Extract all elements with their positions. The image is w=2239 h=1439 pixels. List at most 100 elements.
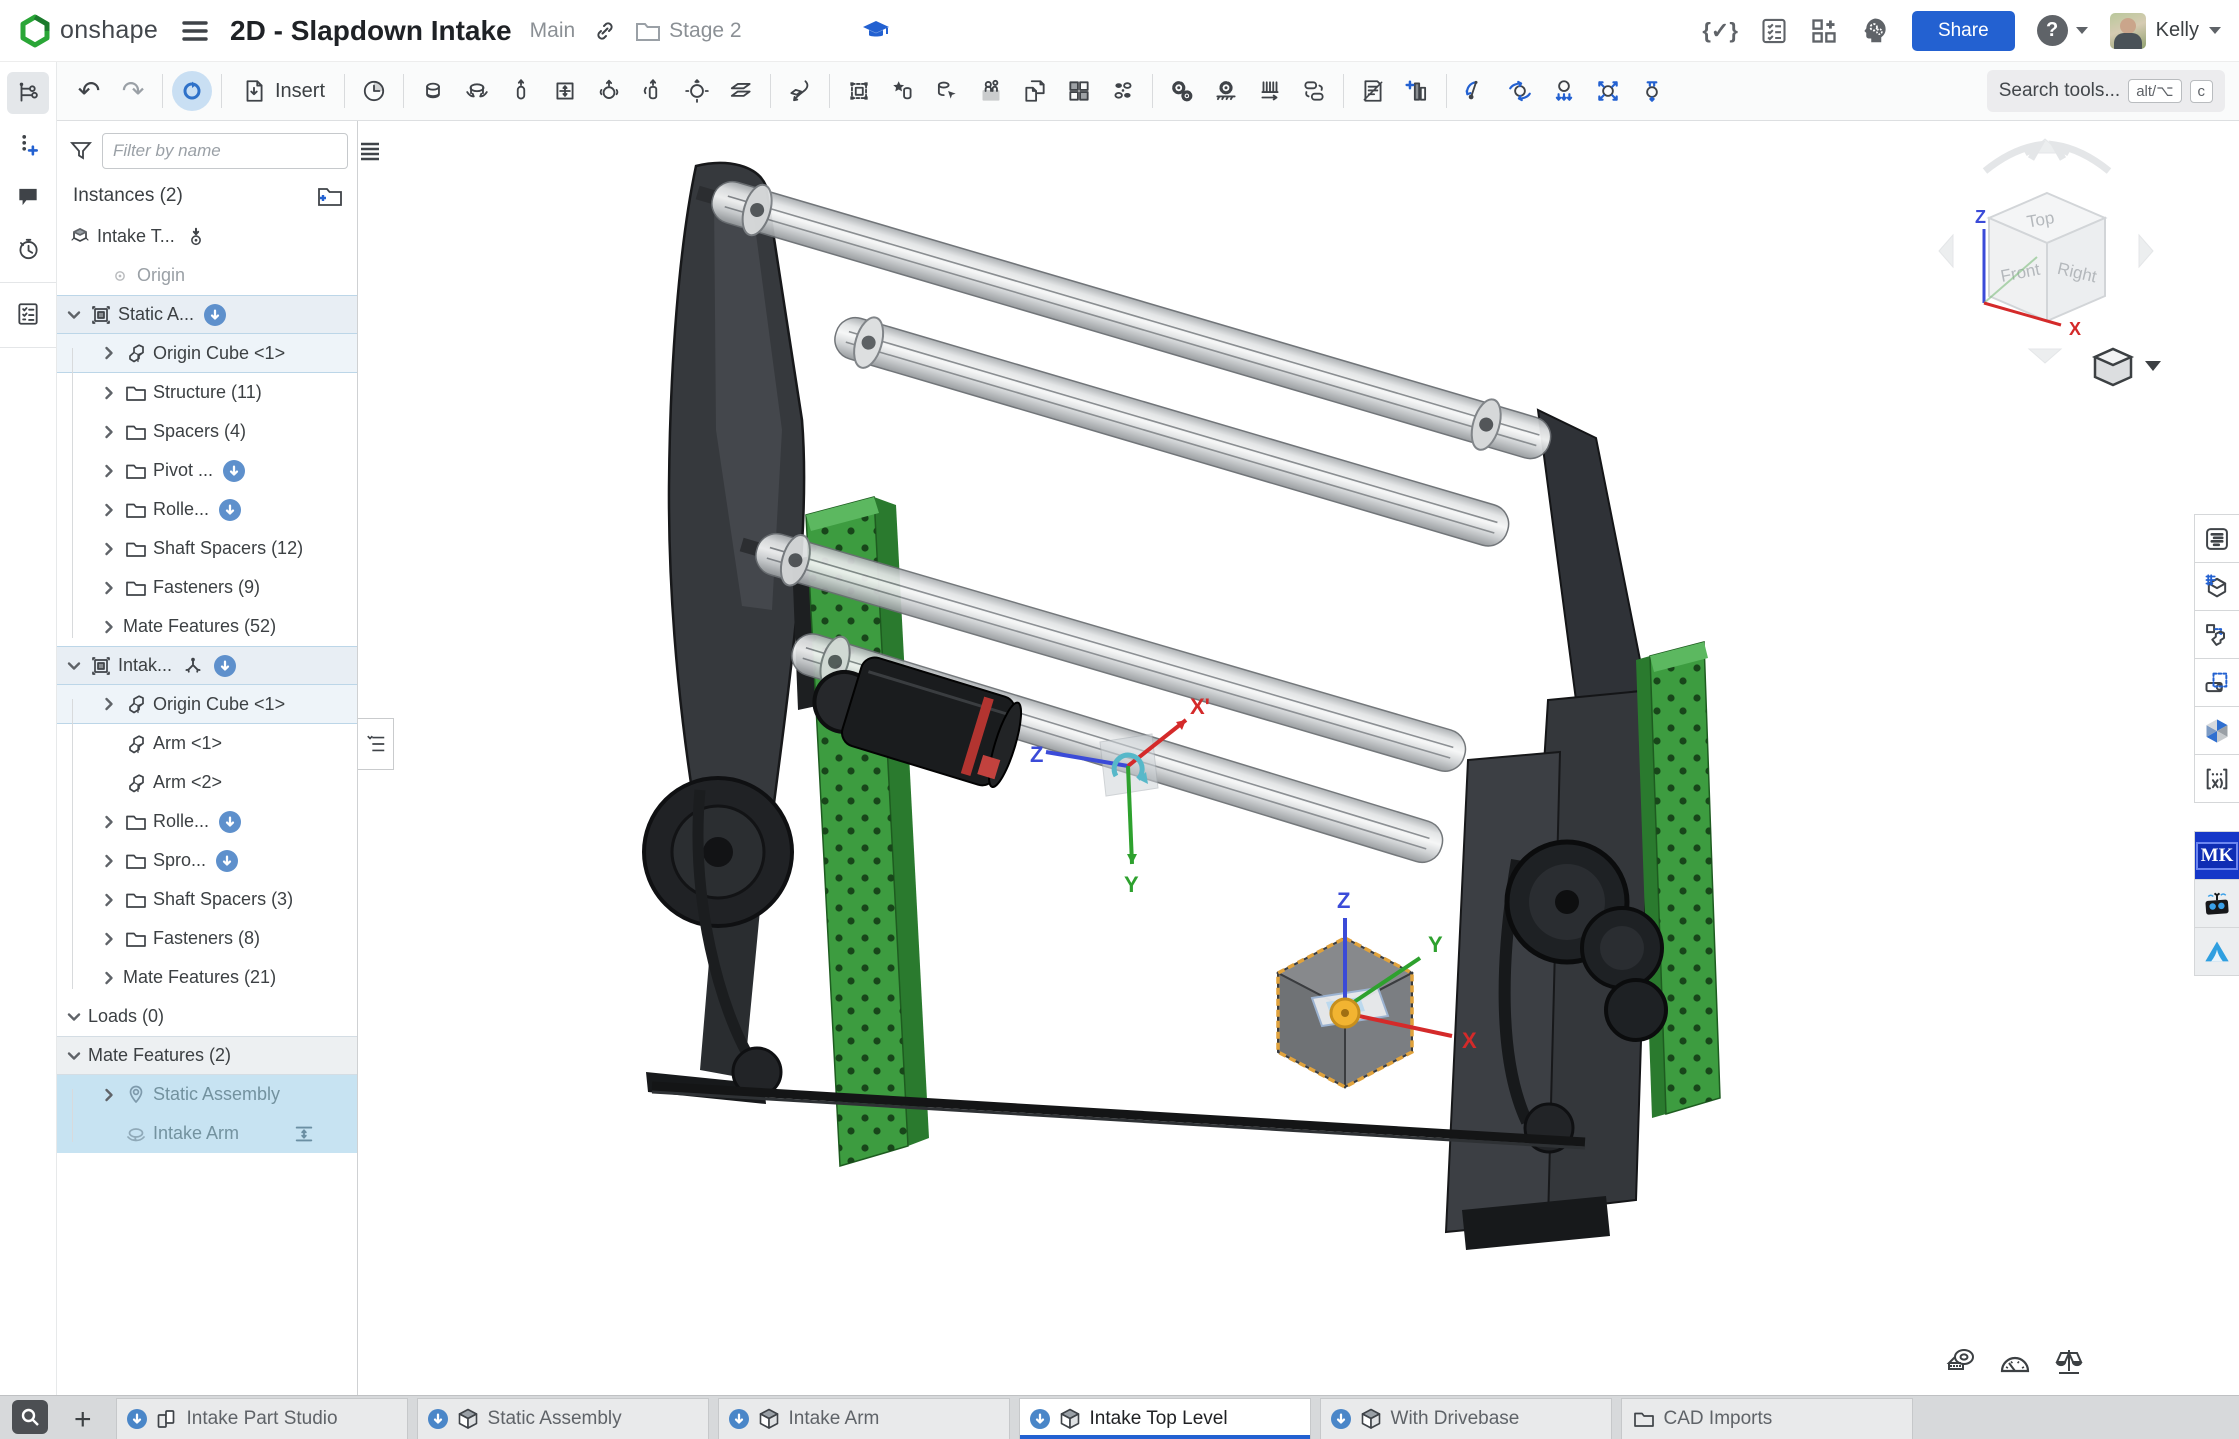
chevron-right-icon[interactable] xyxy=(97,345,121,361)
view-cube-arrow-down[interactable] xyxy=(2029,349,2061,363)
update-available-icon[interactable] xyxy=(204,304,226,326)
tree-row-loads-0[interactable]: Loads (0) xyxy=(57,997,357,1036)
slider-mate-icon[interactable] xyxy=(499,69,543,113)
cad-app-icon[interactable] xyxy=(2194,927,2239,976)
chevron-right-icon[interactable] xyxy=(97,970,121,986)
tree-row-shaft-spacers-3[interactable]: Shaft Spacers (3) xyxy=(57,880,357,919)
update-available-icon[interactable] xyxy=(223,460,245,482)
chevron-down-icon[interactable] xyxy=(62,658,86,674)
tree-row-origin-cube-1[interactable]: Origin Cube <1> xyxy=(57,334,357,373)
configurations-icon[interactable] xyxy=(2194,562,2239,611)
chevron-right-icon[interactable] xyxy=(97,931,121,947)
derived-icon[interactable] xyxy=(2194,610,2239,659)
pattern-circular-icon[interactable] xyxy=(1101,69,1145,113)
tree-row-static-a[interactable]: Static A... xyxy=(57,295,357,334)
search-tools-button[interactable]: Search tools... alt/⌥ c xyxy=(1987,70,2225,112)
view-cube-arrow-left[interactable] xyxy=(1939,235,1953,267)
view-cube-body[interactable]: Top Front Right xyxy=(1989,193,2105,321)
workspace-label[interactable]: Stage 2 xyxy=(669,19,741,43)
tree-row-pivot[interactable]: Pivot ... xyxy=(57,451,357,490)
tree-row-static-assembly[interactable]: Static Assembly xyxy=(57,1075,357,1114)
origin-cube[interactable]: Z Y X xyxy=(1278,888,1477,1087)
pin-slot-mate-icon[interactable] xyxy=(675,69,719,113)
fasten-mate-icon[interactable] xyxy=(411,69,455,113)
view-cube-rotate-ccw[interactable] xyxy=(1985,145,2039,171)
feature-list-icon[interactable] xyxy=(2194,514,2239,563)
revolute-sim-icon[interactable] xyxy=(1498,69,1542,113)
add-tab-button[interactable]: + xyxy=(74,1405,92,1435)
rotate-view-icon[interactable] xyxy=(170,69,214,113)
drawing-icon[interactable] xyxy=(1351,69,1395,113)
redo-icon[interactable]: ↷ xyxy=(111,69,155,113)
rack-relation-icon[interactable] xyxy=(1248,69,1292,113)
chevron-right-icon[interactable] xyxy=(97,1087,121,1103)
filter-input[interactable] xyxy=(102,133,348,169)
right-green-rail[interactable] xyxy=(1636,642,1720,1118)
branch-label[interactable]: Main xyxy=(530,19,576,43)
revolute-mate-icon[interactable] xyxy=(455,69,499,113)
tree-row-arm-1[interactable]: Arm <1> xyxy=(57,724,357,763)
update-available-icon[interactable] xyxy=(214,655,236,677)
list-view-icon[interactable] xyxy=(357,139,383,163)
ai-assistant-icon[interactable] xyxy=(1860,16,1890,46)
assembly-structure-icon[interactable] xyxy=(7,72,49,114)
contact-sim-icon[interactable] xyxy=(1586,69,1630,113)
update-available-icon[interactable] xyxy=(216,850,238,872)
document-search-button[interactable] xyxy=(12,1400,48,1434)
undo-icon[interactable]: ↶ xyxy=(67,69,111,113)
graphics-area[interactable]: Z Y X' Z Y X xyxy=(358,121,2195,1395)
gear-relation-icon[interactable] xyxy=(1160,69,1204,113)
mkcad-app-icon[interactable]: MK xyxy=(2194,831,2239,880)
avatar[interactable] xyxy=(2110,13,2146,49)
help-menu[interactable]: ? xyxy=(2037,15,2088,46)
left-frame[interactable] xyxy=(646,163,826,1104)
tree-row-shaft-spacers-12[interactable]: Shaft Spacers (12) xyxy=(57,529,357,568)
chevron-down-icon[interactable] xyxy=(62,307,86,323)
chevron-right-icon[interactable] xyxy=(97,619,121,635)
menu-icon[interactable] xyxy=(182,20,208,42)
snap-mode-icon[interactable] xyxy=(778,69,822,113)
render-studio-icon[interactable] xyxy=(2194,706,2239,755)
view-cube[interactable]: Top Front Right Z X xyxy=(1927,131,2167,391)
tree-row-spro[interactable]: Spro... xyxy=(57,841,357,880)
link-icon[interactable] xyxy=(593,19,617,43)
tree-row-rolle[interactable]: Rolle... xyxy=(57,802,357,841)
bom-icon[interactable] xyxy=(1395,69,1439,113)
custom-feature-icon[interactable] xyxy=(2194,754,2239,803)
tree-row-fasteners-8[interactable]: Fasteners (8) xyxy=(57,919,357,958)
bottom-shaft[interactable] xyxy=(652,1086,1585,1148)
update-available-icon[interactable] xyxy=(219,499,241,521)
help-icon[interactable]: ? xyxy=(2037,15,2068,46)
view-options-menu[interactable] xyxy=(2095,349,2161,385)
tree-row-intake-arm[interactable]: Intake Arm xyxy=(57,1114,357,1153)
tab-cad-imports[interactable]: CAD Imports xyxy=(1621,1398,1913,1439)
tree-row-mate-features-52[interactable]: Mate Features (52) xyxy=(57,607,357,646)
tree-row-origin-cube-1[interactable]: Origin Cube <1> xyxy=(57,685,357,724)
tree-row-fasteners-9[interactable]: Fasteners (9) xyxy=(57,568,357,607)
belt-relation-icon[interactable] xyxy=(1292,69,1336,113)
named-positions-icon[interactable] xyxy=(352,69,396,113)
mate-limits-icon[interactable] xyxy=(293,1123,315,1145)
parallel-mate-icon[interactable] xyxy=(719,69,763,113)
copy-instances-icon[interactable] xyxy=(1013,69,1057,113)
apps-icon[interactable] xyxy=(1810,17,1838,45)
animate-icon[interactable] xyxy=(1454,69,1498,113)
tree-row-intak[interactable]: Intak... xyxy=(57,646,357,685)
origin-marker-icon[interactable] xyxy=(185,226,207,248)
robot-app-icon[interactable] xyxy=(2194,879,2239,928)
user-menu[interactable]: Kelly xyxy=(2110,13,2221,49)
assembly-3d-view[interactable]: Z Y X' Z Y X xyxy=(358,121,2195,1395)
group-parts-icon[interactable] xyxy=(969,69,1013,113)
chevron-right-icon[interactable] xyxy=(97,385,121,401)
gravity-sim-icon[interactable] xyxy=(1542,69,1586,113)
cylindrical-mate-icon[interactable] xyxy=(631,69,675,113)
view-cube-arrow-right[interactable] xyxy=(2139,235,2153,267)
tree-flyout-handle[interactable] xyxy=(358,718,394,770)
tree-row-rolle[interactable]: Rolle... xyxy=(57,490,357,529)
tab-static-assembly[interactable]: Static Assembly xyxy=(417,1398,709,1439)
tree-row-structure-11[interactable]: Structure (11) xyxy=(57,373,357,412)
replace-instance-icon[interactable] xyxy=(925,69,969,113)
bom-list-icon[interactable] xyxy=(7,293,49,335)
tab-with-drivebase[interactable]: With Drivebase xyxy=(1320,1398,1612,1439)
release-tasks-icon[interactable] xyxy=(1760,17,1788,45)
